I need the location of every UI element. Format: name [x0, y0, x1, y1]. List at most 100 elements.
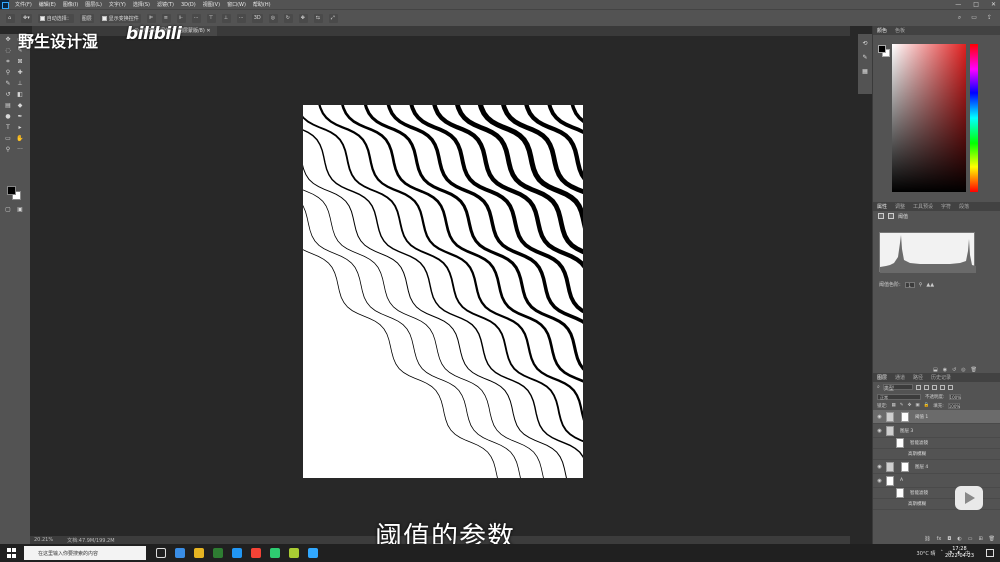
menu-edit[interactable]: 编辑(E) [39, 1, 56, 8]
align-middle-icon[interactable]: ⊥ [221, 13, 231, 23]
shape-tool-icon[interactable]: ▭ [4, 135, 12, 143]
video-play-icon[interactable] [955, 486, 983, 510]
app-icon-7[interactable] [289, 548, 299, 558]
close-button[interactable]: ✕ [991, 1, 996, 8]
panel-foreground-swatch[interactable] [878, 45, 886, 53]
tab-layers[interactable]: 图层 [877, 374, 887, 381]
pan-icon[interactable]: ✥ [298, 13, 308, 23]
photoshop-logo-icon[interactable] [0, 0, 9, 9]
lock-position-icon[interactable]: ✥ [908, 403, 912, 408]
layer-row[interactable]: ◉ 图层 3 [873, 424, 1000, 438]
filter-type-icon[interactable] [931, 384, 937, 390]
blur-tool-icon[interactable]: ◆ [16, 102, 24, 110]
zoom-tool-icon[interactable]: ⚲ [4, 146, 12, 154]
orbit-icon[interactable]: ◎ [268, 13, 278, 23]
menu-filter[interactable]: 滤镜(T) [157, 1, 174, 8]
threshold-histogram[interactable] [879, 232, 976, 273]
tab-paths[interactable]: 路径 [913, 374, 923, 381]
menu-image[interactable]: 图像(I) [63, 1, 78, 8]
app-icon-1[interactable] [175, 548, 185, 558]
menu-file[interactable]: 文件(F) [15, 1, 32, 8]
screen-mode-icon[interactable]: ▣ [16, 206, 24, 214]
scale-icon[interactable]: ⤢ [328, 13, 338, 23]
threshold-level-input[interactable]: 1 [904, 281, 915, 288]
add-mask-icon[interactable]: ◘ [947, 536, 951, 544]
lock-artboard-icon[interactable]: ▣ [915, 403, 919, 408]
type-tool-icon[interactable]: T [4, 124, 12, 132]
layer-style-icon[interactable]: fx [937, 536, 942, 544]
stamp-tool-icon[interactable]: ⊥ [16, 80, 24, 88]
menu-type[interactable]: 文字(Y) [109, 1, 126, 8]
file-explorer-icon[interactable] [194, 548, 204, 558]
taskbar-search-input[interactable]: 在这里输入你要搜索的内容 [24, 546, 146, 560]
notification-icon[interactable] [986, 549, 994, 557]
canvas-workspace[interactable] [30, 36, 850, 536]
healing-tool-icon[interactable]: ✚ [16, 69, 24, 77]
auto-select-option[interactable]: 自动选择： [37, 13, 74, 23]
foreground-color-swatch[interactable] [7, 186, 16, 195]
lock-all-icon[interactable]: 🔒 [924, 403, 930, 408]
layer-row[interactable]: ◉ A [873, 474, 1000, 488]
smart-filter-row[interactable]: 高斯模糊 [873, 449, 1000, 460]
hand-tool-icon[interactable]: ✋ [16, 135, 24, 143]
eyedropper-icon[interactable]: ⚲ [919, 282, 923, 288]
move-tool-preset-icon[interactable]: ✥▾ [21, 13, 32, 23]
dodge-tool-icon[interactable]: ● [4, 113, 12, 121]
filter-smart-icon[interactable] [947, 384, 953, 390]
photoshop-taskbar-icon[interactable] [308, 548, 318, 558]
delete-layer-icon[interactable]: 🗑 [989, 536, 995, 544]
align-center-icon[interactable]: ≡ [161, 13, 171, 23]
color-picker-field[interactable] [892, 44, 966, 192]
close-tab-icon[interactable]: ✕ [206, 28, 210, 34]
wechat-icon[interactable] [270, 548, 280, 558]
lock-transparent-icon[interactable]: ▦ [892, 403, 896, 408]
mask-thumbnail[interactable] [901, 411, 909, 422]
eraser-tool-icon[interactable]: ◧ [16, 91, 24, 99]
crop-tool-icon[interactable]: ⌗ [4, 58, 12, 66]
opacity-input[interactable]: 100% [948, 393, 961, 400]
more-tools-icon[interactable]: ··· [16, 146, 24, 154]
visibility-eye-icon[interactable]: ◉ [876, 414, 883, 420]
layer-row[interactable]: ◉ 图层 4 [873, 460, 1000, 474]
home-icon[interactable]: ⌂ [6, 13, 15, 23]
menu-3d[interactable]: 3D(D) [181, 2, 196, 8]
menu-help[interactable]: 帮助(H) [253, 1, 271, 8]
tab-adjustments[interactable]: 调整 [895, 203, 905, 210]
history-panel-icon[interactable]: ⟲ [861, 40, 869, 48]
align-right-icon[interactable]: ⊩ [176, 13, 186, 23]
visibility-eye-icon[interactable]: ◉ [876, 428, 883, 434]
filter-mask-thumbnail[interactable] [896, 438, 904, 448]
new-adjustment-icon[interactable]: ◐ [957, 536, 961, 544]
menu-view[interactable]: 视图(V) [203, 1, 220, 8]
distribute-icon[interactable]: ⋯ [191, 13, 201, 23]
app-icon-3[interactable] [213, 548, 223, 558]
task-view-icon[interactable] [156, 548, 166, 558]
menu-select[interactable]: 选择(S) [133, 1, 150, 8]
visibility-eye-icon[interactable]: ◉ [876, 464, 883, 470]
start-button[interactable] [4, 546, 18, 560]
history-brush-icon[interactable]: ↺ [4, 91, 12, 99]
edge-browser-icon[interactable] [232, 548, 242, 558]
tab-channels[interactable]: 通道 [895, 374, 905, 381]
filter-pixel-icon[interactable] [915, 384, 921, 390]
share-icon[interactable]: ⇪ [987, 14, 992, 22]
weather-widget[interactable]: 30°C 晴 [917, 550, 936, 557]
frame-tool-icon[interactable]: ⊠ [16, 58, 24, 66]
roll-icon[interactable]: ↻ [283, 13, 293, 23]
mask-thumbnail[interactable] [901, 461, 909, 472]
slide-icon[interactable]: ⇆ [313, 13, 323, 23]
lasso-tool-icon[interactable]: ◌ [4, 47, 12, 55]
tab-swatches[interactable]: 色板 [895, 27, 905, 34]
tab-character[interactable]: 字符 [941, 203, 951, 210]
visibility-eye-icon[interactable]: ◉ [876, 478, 883, 484]
hue-slider[interactable] [970, 44, 978, 192]
filter-shape-icon[interactable] [939, 384, 945, 390]
align-top-icon[interactable]: ⊤ [206, 13, 216, 23]
menu-window[interactable]: 窗口(W) [227, 1, 246, 8]
app-icon-5[interactable] [251, 548, 261, 558]
tray-arrow-icon[interactable]: ˄ [940, 550, 943, 556]
layer-filter-dropdown[interactable]: 类型 [882, 384, 913, 392]
gradient-tool-icon[interactable]: ▤ [4, 102, 12, 110]
document-canvas[interactable] [303, 105, 583, 478]
tab-history[interactable]: 历史记录 [931, 374, 951, 381]
